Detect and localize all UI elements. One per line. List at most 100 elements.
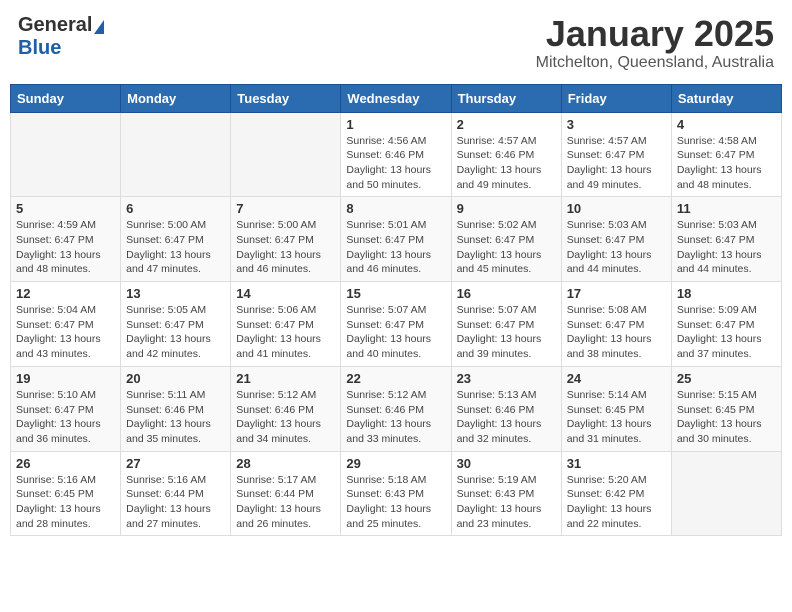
day-detail: Sunrise: 5:17 AM Sunset: 6:44 PM Dayligh… <box>236 473 335 532</box>
day-detail: Sunrise: 5:00 AM Sunset: 6:47 PM Dayligh… <box>126 218 225 277</box>
day-number: 19 <box>16 371 115 386</box>
logo-general: General <box>18 14 92 37</box>
day-of-week-header: Thursday <box>451 84 561 112</box>
day-number: 3 <box>567 117 666 132</box>
day-number: 14 <box>236 286 335 301</box>
day-of-week-header: Tuesday <box>231 84 341 112</box>
calendar-cell: 19 Sunrise: 5:10 AM Sunset: 6:47 PM Dayli… <box>11 366 121 451</box>
day-detail: Sunrise: 5:07 AM Sunset: 6:47 PM Dayligh… <box>457 303 556 362</box>
day-detail: Sunrise: 4:57 AM Sunset: 6:47 PM Dayligh… <box>567 134 666 193</box>
calendar-cell: 26 Sunrise: 5:16 AM Sunset: 6:45 PM Dayli… <box>11 451 121 536</box>
day-detail: Sunrise: 5:07 AM Sunset: 6:47 PM Dayligh… <box>346 303 445 362</box>
calendar-week-row: 19 Sunrise: 5:10 AM Sunset: 6:47 PM Dayli… <box>11 366 782 451</box>
calendar-cell: 17 Sunrise: 5:08 AM Sunset: 6:47 PM Dayli… <box>561 282 671 367</box>
day-number: 28 <box>236 456 335 471</box>
day-detail: Sunrise: 4:59 AM Sunset: 6:47 PM Dayligh… <box>16 218 115 277</box>
day-number: 7 <box>236 201 335 216</box>
day-detail: Sunrise: 5:04 AM Sunset: 6:47 PM Dayligh… <box>16 303 115 362</box>
day-detail: Sunrise: 5:14 AM Sunset: 6:45 PM Dayligh… <box>567 388 666 447</box>
day-of-week-header: Monday <box>121 84 231 112</box>
calendar-cell: 7 Sunrise: 5:00 AM Sunset: 6:47 PM Daylig… <box>231 197 341 282</box>
calendar-cell <box>231 112 341 197</box>
day-of-week-header: Friday <box>561 84 671 112</box>
calendar-cell: 25 Sunrise: 5:15 AM Sunset: 6:45 PM Dayli… <box>671 366 781 451</box>
calendar-cell: 10Sunrise: 5:03 AM Sunset: 6:47 PM Dayli… <box>561 197 671 282</box>
day-detail: Sunrise: 5:03 AM Sunset: 6:47 PM Dayligh… <box>677 218 776 277</box>
calendar-cell <box>671 451 781 536</box>
day-detail: Sunrise: 5:19 AM Sunset: 6:43 PM Dayligh… <box>457 473 556 532</box>
day-number: 25 <box>677 371 776 386</box>
title-section: January 2025 Mitchelton, Queensland, Aus… <box>536 14 774 72</box>
calendar-cell: 3 Sunrise: 4:57 AM Sunset: 6:47 PM Daylig… <box>561 112 671 197</box>
day-detail: Sunrise: 5:02 AM Sunset: 6:47 PM Dayligh… <box>457 218 556 277</box>
day-detail: Sunrise: 5:13 AM Sunset: 6:46 PM Dayligh… <box>457 388 556 447</box>
day-number: 24 <box>567 371 666 386</box>
day-number: 8 <box>346 201 445 216</box>
calendar-cell: 12Sunrise: 5:04 AM Sunset: 6:47 PM Dayli… <box>11 282 121 367</box>
calendar-cell: 4Sunrise: 4:58 AM Sunset: 6:47 PM Daylig… <box>671 112 781 197</box>
calendar-cell: 18Sunrise: 5:09 AM Sunset: 6:47 PM Dayli… <box>671 282 781 367</box>
day-number: 17 <box>567 286 666 301</box>
day-number: 30 <box>457 456 556 471</box>
calendar-cell: 11 Sunrise: 5:03 AM Sunset: 6:47 PM Dayli… <box>671 197 781 282</box>
day-number: 1 <box>346 117 445 132</box>
day-number: 20 <box>126 371 225 386</box>
calendar-cell: 6 Sunrise: 5:00 AM Sunset: 6:47 PM Daylig… <box>121 197 231 282</box>
page-header: General Blue January 2025 Mitchelton, Qu… <box>10 10 782 76</box>
day-of-week-header: Sunday <box>11 84 121 112</box>
day-detail: Sunrise: 5:18 AM Sunset: 6:43 PM Dayligh… <box>346 473 445 532</box>
logo-triangle-icon <box>94 20 104 34</box>
day-detail: Sunrise: 5:03 AM Sunset: 6:47 PM Dayligh… <box>567 218 666 277</box>
day-number: 16 <box>457 286 556 301</box>
calendar-cell: 21 Sunrise: 5:12 AM Sunset: 6:46 PM Dayli… <box>231 366 341 451</box>
day-detail: Sunrise: 5:10 AM Sunset: 6:47 PM Dayligh… <box>16 388 115 447</box>
day-detail: Sunrise: 5:00 AM Sunset: 6:47 PM Dayligh… <box>236 218 335 277</box>
day-of-week-header: Saturday <box>671 84 781 112</box>
day-number: 26 <box>16 456 115 471</box>
day-detail: Sunrise: 5:15 AM Sunset: 6:45 PM Dayligh… <box>677 388 776 447</box>
calendar-cell: 29 Sunrise: 5:18 AM Sunset: 6:43 PM Dayli… <box>341 451 451 536</box>
calendar-cell: 15Sunrise: 5:07 AM Sunset: 6:47 PM Dayli… <box>341 282 451 367</box>
day-detail: Sunrise: 5:08 AM Sunset: 6:47 PM Dayligh… <box>567 303 666 362</box>
calendar-cell: 28 Sunrise: 5:17 AM Sunset: 6:44 PM Dayli… <box>231 451 341 536</box>
day-detail: Sunrise: 5:05 AM Sunset: 6:47 PM Dayligh… <box>126 303 225 362</box>
calendar-cell: 14 Sunrise: 5:06 AM Sunset: 6:47 PM Dayli… <box>231 282 341 367</box>
calendar-cell <box>121 112 231 197</box>
day-detail: Sunrise: 5:12 AM Sunset: 6:46 PM Dayligh… <box>236 388 335 447</box>
calendar-table: SundayMondayTuesdayWednesdayThursdayFrid… <box>10 84 782 537</box>
calendar-cell: 23 Sunrise: 5:13 AM Sunset: 6:46 PM Dayli… <box>451 366 561 451</box>
day-detail: Sunrise: 4:56 AM Sunset: 6:46 PM Dayligh… <box>346 134 445 193</box>
day-number: 13 <box>126 286 225 301</box>
day-number: 21 <box>236 371 335 386</box>
day-detail: Sunrise: 5:16 AM Sunset: 6:45 PM Dayligh… <box>16 473 115 532</box>
day-number: 29 <box>346 456 445 471</box>
header-row: SundayMondayTuesdayWednesdayThursdayFrid… <box>11 84 782 112</box>
calendar-cell: 24 Sunrise: 5:14 AM Sunset: 6:45 PM Dayli… <box>561 366 671 451</box>
day-detail: Sunrise: 5:06 AM Sunset: 6:47 PM Dayligh… <box>236 303 335 362</box>
day-number: 23 <box>457 371 556 386</box>
day-number: 27 <box>126 456 225 471</box>
calendar-cell: 9 Sunrise: 5:02 AM Sunset: 6:47 PM Daylig… <box>451 197 561 282</box>
calendar-cell: 13 Sunrise: 5:05 AM Sunset: 6:47 PM Dayli… <box>121 282 231 367</box>
day-number: 6 <box>126 201 225 216</box>
calendar-title: January 2025 <box>536 14 774 54</box>
calendar-cell <box>11 112 121 197</box>
calendar-cell: 31Sunrise: 5:20 AM Sunset: 6:42 PM Dayli… <box>561 451 671 536</box>
day-number: 5 <box>16 201 115 216</box>
day-number: 9 <box>457 201 556 216</box>
day-detail: Sunrise: 5:16 AM Sunset: 6:44 PM Dayligh… <box>126 473 225 532</box>
calendar-cell: 22 Sunrise: 5:12 AM Sunset: 6:46 PM Dayli… <box>341 366 451 451</box>
day-detail: Sunrise: 4:57 AM Sunset: 6:46 PM Dayligh… <box>457 134 556 193</box>
day-of-week-header: Wednesday <box>341 84 451 112</box>
calendar-cell: 8 Sunrise: 5:01 AM Sunset: 6:47 PM Daylig… <box>341 197 451 282</box>
day-number: 2 <box>457 117 556 132</box>
day-number: 22 <box>346 371 445 386</box>
day-number: 11 <box>677 201 776 216</box>
day-detail: Sunrise: 5:12 AM Sunset: 6:46 PM Dayligh… <box>346 388 445 447</box>
logo-blue: Blue <box>18 37 61 59</box>
day-detail: Sunrise: 5:01 AM Sunset: 6:47 PM Dayligh… <box>346 218 445 277</box>
day-detail: Sunrise: 5:11 AM Sunset: 6:46 PM Dayligh… <box>126 388 225 447</box>
calendar-cell: 16 Sunrise: 5:07 AM Sunset: 6:47 PM Dayli… <box>451 282 561 367</box>
calendar-week-row: 1 Sunrise: 4:56 AM Sunset: 6:46 PM Daylig… <box>11 112 782 197</box>
calendar-cell: 30 Sunrise: 5:19 AM Sunset: 6:43 PM Dayli… <box>451 451 561 536</box>
